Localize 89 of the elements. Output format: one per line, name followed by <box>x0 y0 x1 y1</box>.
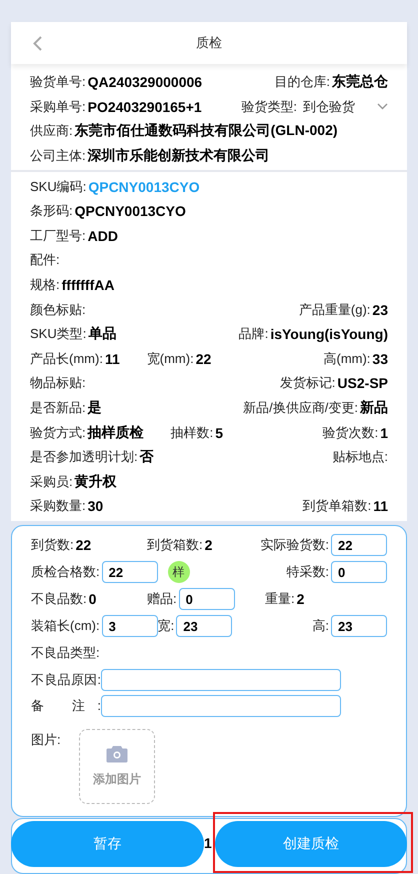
field-value: 23 <box>372 302 388 318</box>
field-label: 物品标贴: <box>30 374 86 392</box>
field-value: 0 <box>88 591 96 608</box>
camera-icon <box>106 744 128 763</box>
field-value: 5 <box>215 424 224 441</box>
field-label: 抽样数: <box>170 424 214 442</box>
sample-badge: 样 <box>168 561 190 584</box>
number-field[interactable]: 23 <box>176 615 232 638</box>
field-label: 到货数: <box>31 536 74 554</box>
field-label: 高: <box>312 617 329 636</box>
field-value: QPCNY0013CYO <box>74 203 186 220</box>
field-value: QA240329000006 <box>88 74 202 90</box>
field-label: 工厂型号: <box>30 226 86 245</box>
field-label: 赠品: <box>147 590 177 608</box>
field-label: 不良品数: <box>31 590 87 608</box>
field-label: 条形码: <box>30 202 73 220</box>
field-label: SKU类型: <box>30 325 86 344</box>
field-label: 采购员: <box>30 472 73 491</box>
field-label: 供应商: <box>30 122 73 140</box>
field-label: 到货单箱数: <box>302 497 372 516</box>
field-label: 宽: <box>158 617 174 636</box>
page-title: 质检 <box>196 34 222 52</box>
number-field[interactable]: 0 <box>331 561 387 584</box>
field-label: 高(mm): <box>323 350 370 368</box>
field-value: 2 <box>204 537 212 554</box>
field-value: 深圳市乐能创新技术有限公司 <box>88 147 270 166</box>
field-label: 新品/换供应商/变更: <box>243 399 358 418</box>
field-value: 33 <box>372 350 388 367</box>
field-label: 图片: <box>31 730 62 749</box>
field-value: PO2403290165+1 <box>88 98 202 115</box>
field-label: 装箱长(cm): <box>31 617 100 636</box>
field-label: 是否参加透明计划: <box>30 448 138 466</box>
field-value: 东莞总仓 <box>332 73 388 92</box>
field-value: 30 <box>88 498 104 514</box>
chevron-down-icon <box>377 103 388 110</box>
field-label: 验货方式: <box>30 424 86 442</box>
field-label: 到货箱数: <box>147 536 203 554</box>
field-value: isYoung(isYoung) <box>270 326 388 342</box>
field-label: 特采数: <box>286 563 329 582</box>
field-value: 新品 <box>360 399 388 418</box>
inspection-type-select[interactable]: 到仓验货 <box>303 98 388 116</box>
field-value: 22 <box>196 350 212 367</box>
field-label: 发货标记: <box>280 374 336 392</box>
field-label: 验货单号: <box>30 73 86 92</box>
field-label: 产品长(mm): <box>30 350 103 368</box>
field-label: 质检合格数: <box>31 563 100 582</box>
field-label: 配件: <box>30 251 60 270</box>
text-field[interactable] <box>101 694 341 717</box>
field-label: 采购数量: <box>30 497 86 516</box>
field-value: 11 <box>104 350 120 367</box>
field-label: 产品重量(g): <box>298 300 370 319</box>
field-value: fffffffAA <box>62 277 114 294</box>
number-field[interactable]: 22 <box>102 561 158 584</box>
field-value: 11 <box>373 498 388 514</box>
field-label: 重量: <box>265 590 295 608</box>
field-label: 验货类型: <box>241 98 297 116</box>
field-label: SKU编码: <box>30 178 86 196</box>
field-value: 黄升权 <box>74 472 117 491</box>
field-label: 目的仓库: <box>274 73 330 92</box>
field-value: 是 <box>88 399 102 418</box>
number-field[interactable]: 0 <box>178 588 235 610</box>
field-label: 不良品原因: <box>31 670 101 689</box>
field-label: 颜色标贴: <box>30 300 86 319</box>
field-label: 不良品类型: <box>31 644 100 662</box>
field-value: US2-SP <box>337 375 388 392</box>
field-value: 单品 <box>88 325 116 344</box>
field-value: 东莞市佰仕通数码科技有限公司(GLN-002) <box>74 122 338 140</box>
number-field[interactable]: 22 <box>331 534 387 556</box>
field-value: 2 <box>296 591 304 608</box>
text-field[interactable] <box>101 668 341 691</box>
field-value: 否 <box>140 448 154 466</box>
field-label: 品牌: <box>238 325 268 344</box>
field-value: 22 <box>76 537 92 554</box>
field-label: 采购单号: <box>30 98 86 116</box>
field-label: 实际验货数: <box>260 536 329 554</box>
back-icon[interactable] <box>33 36 42 51</box>
field-label: 备 注: <box>31 696 101 715</box>
field-label: 规格: <box>30 276 60 294</box>
field-value: 1 <box>380 424 388 441</box>
field-label: 宽(mm): <box>146 350 194 368</box>
field-value: 抽样质检 <box>88 424 144 442</box>
field-label: 验货次数: <box>322 424 378 442</box>
field-label: 公司主体: <box>30 147 86 166</box>
field-value: 1 <box>204 834 212 851</box>
field-value: ADD <box>88 228 118 244</box>
field-label: 是否新品: <box>30 399 86 418</box>
number-field[interactable]: 23 <box>331 615 387 638</box>
number-field[interactable]: 3 <box>102 615 158 638</box>
field-label: 贴标地点: <box>332 448 388 466</box>
